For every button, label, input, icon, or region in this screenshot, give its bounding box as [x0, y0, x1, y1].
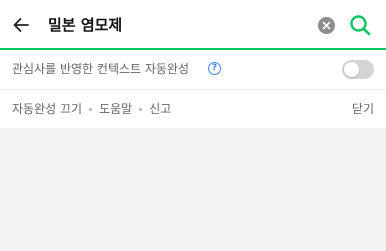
- search-bar: 밀본 염모제: [0, 0, 386, 50]
- back-button[interactable]: [8, 12, 34, 38]
- search-button[interactable]: [347, 12, 373, 38]
- separator-dot: [89, 107, 93, 111]
- toggle-knob: [344, 62, 359, 77]
- search-query[interactable]: 밀본 염모제: [48, 13, 122, 37]
- turn-off-autocomplete-link[interactable]: 자동완성 끄기: [12, 100, 82, 118]
- clear-circle-icon: [322, 21, 331, 30]
- footer-links: 자동완성 끄기 도움말 신고: [12, 100, 171, 118]
- help-icon[interactable]: ?: [208, 62, 221, 75]
- arrow-left-icon: [13, 18, 29, 32]
- close-button[interactable]: 닫기: [352, 100, 374, 118]
- context-autocomplete-row: 관심사를 반영한 컨텍스트 자동완성 ?: [0, 50, 386, 90]
- context-autocomplete-toggle[interactable]: [342, 60, 374, 79]
- help-link[interactable]: 도움말: [99, 100, 132, 118]
- report-link[interactable]: 신고: [149, 100, 171, 118]
- autocomplete-footer: 자동완성 끄기 도움말 신고 닫기: [0, 90, 386, 128]
- clear-button[interactable]: [318, 17, 335, 34]
- separator-dot: [139, 107, 143, 111]
- context-autocomplete-label: 관심사를 반영한 컨텍스트 자동완성: [12, 62, 190, 76]
- search-icon: [350, 15, 371, 36]
